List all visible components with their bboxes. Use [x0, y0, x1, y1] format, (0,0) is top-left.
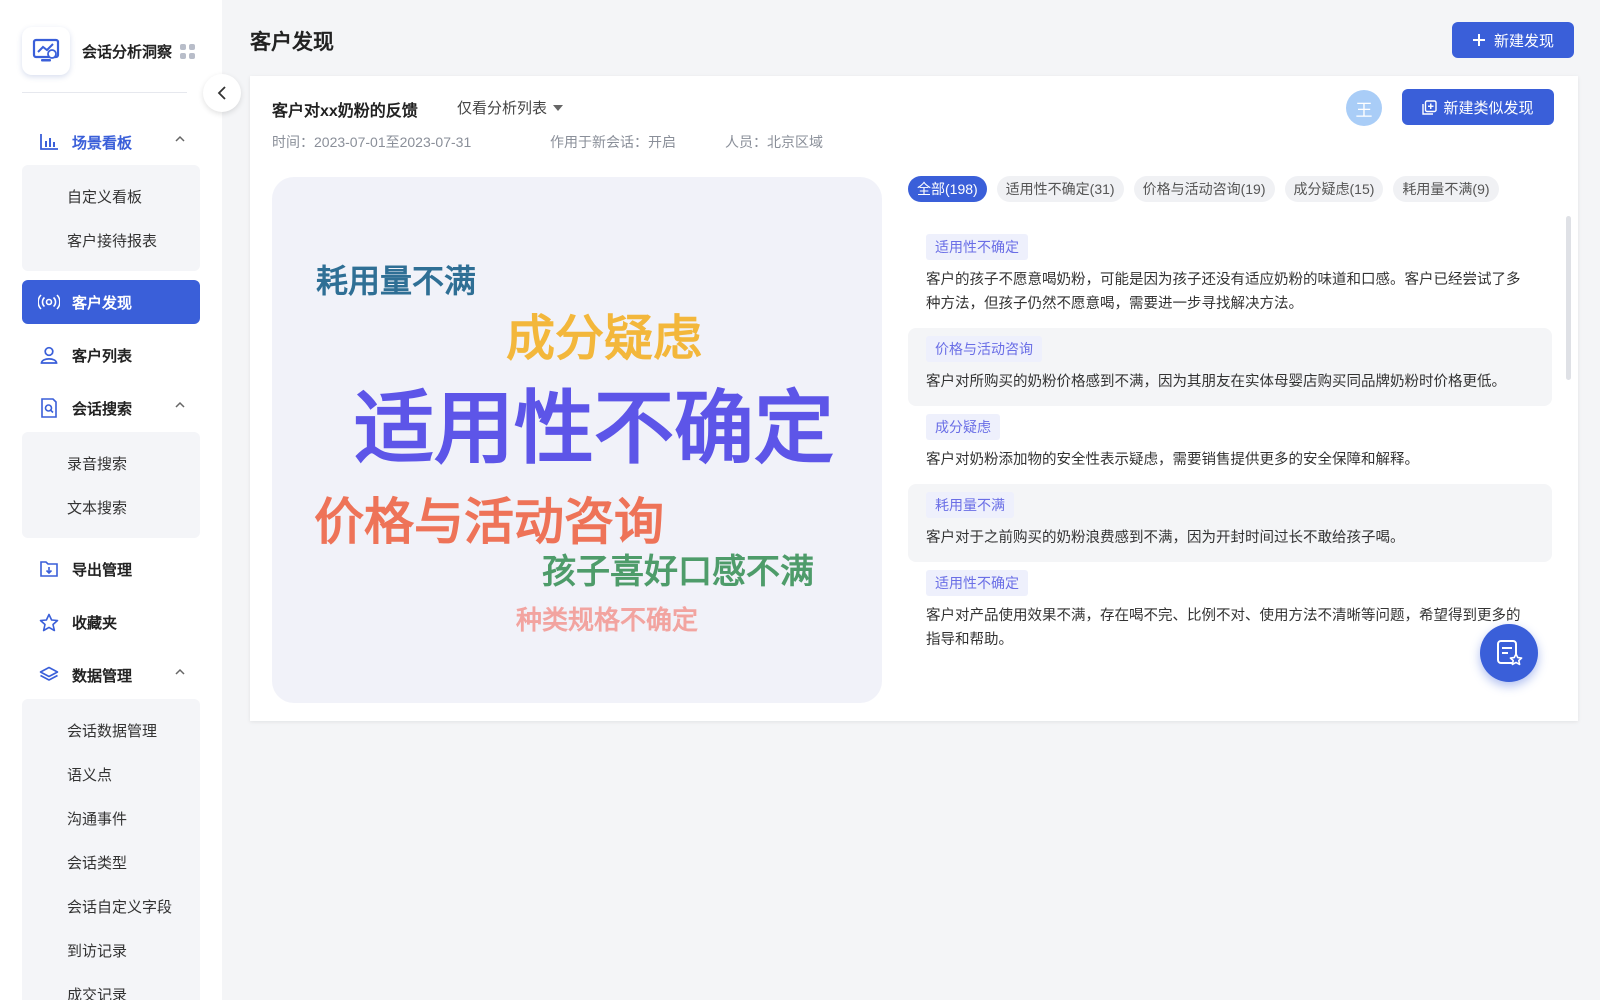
- chevron-up-icon: [175, 401, 185, 408]
- star-icon: [38, 611, 60, 633]
- feedback-text: 客户对所购买的奶粉价格感到不满，因为其朋友在实体母婴店购买同品牌奶粉时价格更低。: [926, 374, 1506, 390]
- chevron-left-icon: [217, 86, 226, 100]
- sub-item-text-search[interactable]: 文本搜索: [22, 485, 200, 529]
- feedback-list: 适用性不确定 客户的孩子不愿意喝奶粉，可能是因为孩子还没有适应奶粉的味道和口感。…: [908, 226, 1552, 706]
- app-switcher-icon[interactable]: [180, 43, 196, 59]
- subgroup-data: 会话数据管理 语义点 沟通事件 会话类型 会话自定义字段 到访记录 成交记录: [22, 699, 200, 1000]
- nav-label: 会话搜索: [72, 400, 133, 418]
- layers-icon: [38, 664, 60, 686]
- cloud-word[interactable]: 种类规格不确定: [516, 607, 698, 633]
- brand[interactable]: 会话分析洞察: [22, 27, 202, 75]
- cloud-word[interactable]: 成分疑虑: [506, 315, 702, 364]
- tab-ingredients[interactable]: 成分疑虑(15): [1284, 176, 1384, 202]
- nav-label: 客户列表: [72, 347, 133, 365]
- category-tag: 成分疑虑: [926, 414, 1000, 440]
- new-similar-discovery-button[interactable]: 新建类似发现: [1402, 89, 1554, 125]
- category-tag: 耗用量不满: [926, 492, 1014, 518]
- tab-consumption[interactable]: 耗用量不满(9): [1393, 176, 1499, 202]
- tab-price[interactable]: 价格与活动咨询(19): [1133, 176, 1275, 202]
- time-range: 时间：2023-07-01至2023-07-31: [272, 134, 472, 150]
- feedback-text: 客户对于之前购买的奶粉浪费感到不满，因为开封时间过长不敢给孩子喝。: [926, 530, 1405, 546]
- export-icon: [38, 558, 60, 580]
- user-icon: [38, 344, 60, 366]
- plus-icon: [1472, 34, 1485, 46]
- category-tag: 适用性不确定: [926, 234, 1028, 260]
- nav-session-search[interactable]: 会话搜索: [22, 386, 200, 430]
- sub-item-communication-events[interactable]: 沟通事件: [22, 796, 200, 840]
- document-search-icon: [38, 397, 60, 419]
- nav-data-management[interactable]: 数据管理: [22, 653, 200, 697]
- list-item[interactable]: 耗用量不满 客户对于之前购买的奶粉浪费感到不满，因为开封时间过长不敢给孩子喝。: [908, 484, 1552, 562]
- feedback-text: 客户的孩子不愿意喝奶粉，可能是因为孩子还没有适应奶粉的味道和口感。客户已经尝试了…: [926, 272, 1521, 312]
- app-title: 会话分析洞察: [82, 43, 173, 61]
- sub-item-audio-search[interactable]: 录音搜索: [22, 441, 200, 485]
- chevron-up-icon: [175, 668, 185, 675]
- page-title: 客户发现: [250, 31, 334, 54]
- sub-item-semantic-points[interactable]: 语义点: [22, 752, 200, 796]
- nav-label: 数据管理: [72, 667, 133, 685]
- nav-scene-dashboard[interactable]: 场景看板: [22, 120, 200, 164]
- avatar[interactable]: 王: [1346, 90, 1382, 126]
- nav-export-management[interactable]: 导出管理: [22, 547, 200, 591]
- sidebar: 会话分析洞察 场景看板 自定义看板 客户接待报表 客户发现 客户列表 会话搜索: [0, 0, 222, 1000]
- nav-label: 客户发现: [72, 294, 133, 312]
- sub-item-reception-report[interactable]: 客户接待报表: [22, 218, 200, 262]
- list-item[interactable]: 适用性不确定 客户的孩子不愿意喝奶粉，可能是因为孩子还没有适应奶粉的味道和口感。…: [908, 226, 1552, 328]
- category-tabs: 全部(198) 适用性不确定(31) 价格与活动咨询(19) 成分疑虑(15) …: [908, 176, 1499, 202]
- sub-item-deal-records[interactable]: 成交记录: [22, 972, 200, 1000]
- chevron-up-icon: [175, 135, 185, 142]
- cloud-word[interactable]: 价格与活动咨询: [314, 497, 664, 547]
- sub-item-session-types[interactable]: 会话类型: [22, 840, 200, 884]
- new-discovery-button[interactable]: 新建发现: [1452, 22, 1574, 58]
- bar-chart-icon: [38, 131, 60, 153]
- sub-item-session-data[interactable]: 会话数据管理: [22, 708, 200, 752]
- feedback-text: 客户对奶粉添加物的安全性表示疑虑，需要销售提供更多的安全保障和解释。: [926, 452, 1419, 468]
- sub-item-visit-records[interactable]: 到访记录: [22, 928, 200, 972]
- scrollbar[interactable]: [1566, 216, 1571, 380]
- filter-label: 仅看分析列表: [457, 100, 548, 117]
- nav-label: 收藏夹: [72, 614, 118, 632]
- sub-item-custom-dashboard[interactable]: 自定义看板: [22, 174, 200, 218]
- sub-item-custom-fields[interactable]: 会话自定义字段: [22, 884, 200, 928]
- cloud-word[interactable]: 适用性不确定: [354, 389, 834, 469]
- list-item[interactable]: 适用性不确定 客户对产品使用效果不满，存在喝不完、比例不对、使用方法不清晰等问题…: [908, 562, 1552, 664]
- cloud-word[interactable]: 孩子喜好口感不满: [542, 555, 814, 589]
- discovery-card: 客户对xx奶粉的反馈 仅看分析列表 时间：2023-07-01至2023-07-…: [250, 76, 1578, 721]
- divider: [22, 92, 187, 93]
- nav-customer-discovery[interactable]: 客户发现: [22, 280, 200, 324]
- category-tag: 价格与活动咨询: [926, 336, 1042, 362]
- people-scope: 人员：北京区域: [725, 134, 823, 150]
- subgroup-dashboard: 自定义看板 客户接待报表: [22, 165, 200, 271]
- caret-down-icon: [553, 104, 564, 111]
- list-item[interactable]: 成分疑虑 客户对奶粉添加物的安全性表示疑虑，需要销售提供更多的安全保障和解释。: [908, 406, 1552, 484]
- nav-favorites[interactable]: 收藏夹: [22, 600, 200, 644]
- list-item[interactable]: 价格与活动咨询 客户对所购买的奶粉价格感到不满，因为其朋友在实体母婴店购买同品牌…: [908, 328, 1552, 406]
- nav-label: 场景看板: [72, 134, 133, 152]
- nav-label: 导出管理: [72, 561, 133, 579]
- feedback-text: 客户对产品使用效果不满，存在喝不完、比例不对、使用方法不清晰等问题，希望得到更多…: [926, 608, 1521, 648]
- category-tag: 适用性不确定: [926, 570, 1028, 596]
- discovery-title: 客户对xx奶粉的反馈: [272, 103, 418, 120]
- analysis-filter-dropdown[interactable]: 仅看分析列表: [457, 97, 564, 118]
- app-logo-icon: [22, 27, 70, 75]
- new-similar-label: 新建类似发现: [1443, 99, 1534, 117]
- copy-add-icon: [1422, 99, 1438, 115]
- nav-customer-list[interactable]: 客户列表: [22, 333, 200, 377]
- note-star-icon: [1497, 640, 1523, 666]
- new-discovery-label: 新建发现: [1493, 32, 1554, 50]
- collapse-sidebar-button[interactable]: [203, 74, 241, 112]
- scope-status: 作用于新会话：开启: [550, 134, 676, 150]
- word-cloud: 耗用量不满 成分疑虑 适用性不确定 价格与活动咨询 孩子喜好口感不满 种类规格不…: [272, 177, 882, 703]
- floating-action-button[interactable]: [1480, 624, 1538, 682]
- tab-applicability[interactable]: 适用性不确定(31): [996, 176, 1124, 202]
- cloud-word[interactable]: 耗用量不满: [316, 265, 476, 297]
- broadcast-icon: [38, 291, 60, 313]
- tab-all[interactable]: 全部(198): [908, 176, 987, 202]
- subgroup-search: 录音搜索 文本搜索: [22, 432, 200, 538]
